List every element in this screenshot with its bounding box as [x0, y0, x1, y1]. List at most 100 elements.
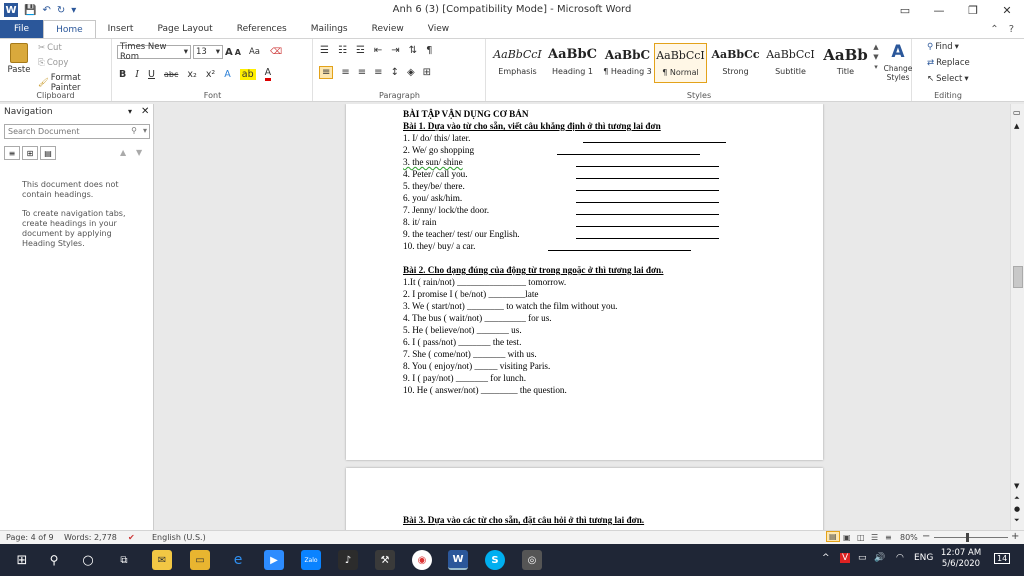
previous-result-icon[interactable]: ▲ [120, 148, 126, 157]
style-heading-3[interactable]: AaBbC ¶ Heading 3 [601, 43, 654, 83]
clock[interactable]: 12:07 AM 5/6/2020 [940, 548, 982, 570]
zoom-out-button[interactable]: − [922, 531, 930, 542]
print-layout-icon[interactable]: ▤ [826, 531, 840, 542]
restore-button[interactable]: ❐ [956, 0, 990, 20]
select-button[interactable]: ↖ Select ▾ [927, 74, 969, 84]
notifications-icon[interactable]: 14 [994, 553, 1011, 564]
word-taskbar-icon[interactable]: W [448, 550, 468, 570]
tab-view[interactable]: View [416, 20, 461, 38]
show-formatting-button[interactable]: ¶ [426, 45, 432, 56]
word-count[interactable]: Words: 2,778 [64, 533, 117, 542]
customize-qat-icon[interactable]: ▾ [71, 5, 76, 16]
chrome-icon[interactable]: ◉ [412, 550, 432, 570]
tab-mailings[interactable]: Mailings [299, 20, 360, 38]
tools-icon[interactable]: ⚒ [375, 550, 395, 570]
next-page-icon[interactable]: ⏷ [1014, 516, 1020, 525]
pane-options-icon[interactable]: ▾ [128, 107, 132, 116]
outline-icon[interactable]: ☰ [871, 533, 878, 542]
results-tab-icon[interactable]: ▤ [40, 146, 56, 160]
replace-button[interactable]: ⇄ Replace [927, 58, 970, 68]
format-painter-button[interactable]: 🖌 Format Painter [38, 73, 111, 93]
shrink-font-button[interactable]: A [235, 48, 241, 57]
tab-home[interactable]: Home [43, 20, 96, 38]
align-left-icon[interactable]: ≡ [319, 66, 334, 79]
document-area[interactable]: BÀI TẬP VẬN DỤNG CƠ BẢN Bài 1. Dựa vào t… [155, 104, 1010, 530]
tab-review[interactable]: Review [360, 20, 416, 38]
underline-button[interactable]: U [148, 69, 155, 80]
language-indicator[interactable]: English (U.S.) [152, 533, 206, 542]
pages-tab-icon[interactable]: ⊞ [22, 146, 38, 160]
camera-icon[interactable]: ◎ [522, 550, 542, 570]
justify-icon[interactable]: ≡ [374, 67, 382, 78]
bullets-icon[interactable]: ☰ [320, 45, 329, 56]
cortana-icon[interactable]: ○ [78, 550, 98, 570]
document-page-next[interactable]: Bài 3. Dựa vào các từ cho sẵn, đặt câu h… [346, 468, 823, 530]
next-result-icon[interactable]: ▼ [136, 148, 142, 157]
volume-icon[interactable]: 🔊 [874, 553, 885, 563]
task-view-icon[interactable]: ⧉ [114, 550, 134, 570]
ruler-icon[interactable]: ▭ [1013, 108, 1021, 117]
copy-button[interactable]: ⎘ Copy [38, 58, 68, 68]
multilevel-list-icon[interactable]: ☲ [356, 45, 365, 56]
zalo-icon[interactable]: Zalo [301, 550, 321, 570]
wifi-icon[interactable]: ◠ [896, 553, 904, 563]
cut-button[interactable]: ✂ Cut [38, 43, 62, 53]
scroll-up-icon[interactable]: ▲ [1014, 122, 1019, 130]
change-case-button[interactable]: Aa [249, 47, 260, 57]
styles-scroll[interactable]: ▲ ▼ ▾ [872, 43, 880, 71]
tab-page-layout[interactable]: Page Layout [145, 20, 224, 38]
style-heading-1[interactable]: AaBbC Heading 1 [546, 43, 599, 83]
search-icon[interactable]: ⚲ [44, 550, 64, 570]
sort-icon[interactable]: ⇅ [409, 45, 417, 56]
tab-file[interactable]: File [0, 20, 44, 38]
style-strong[interactable]: AaBbCc Strong [709, 43, 762, 83]
increase-indent-icon[interactable]: ⇥ [391, 45, 399, 56]
full-screen-icon[interactable]: ▣ [843, 533, 851, 542]
shading-icon[interactable]: ◈ [407, 67, 415, 78]
clear-formatting-icon[interactable]: ⌫ [270, 47, 282, 57]
search-document-input[interactable]: Search Document ⚲ ▾ [4, 124, 150, 139]
font-name-box[interactable]: Times New Rom ▾ [117, 42, 191, 62]
skype-icon[interactable]: S [485, 550, 505, 570]
text-effects-icon[interactable]: A [224, 69, 231, 80]
chevron-down-icon[interactable]: ▾ [143, 126, 147, 135]
superscript-button[interactable]: x² [206, 69, 215, 80]
zoom-level[interactable]: 80% [900, 533, 918, 542]
grow-font-button[interactable]: A [225, 47, 233, 58]
redo-icon[interactable]: ↻ [57, 5, 65, 16]
line-spacing-icon[interactable]: ↕ [391, 67, 399, 78]
ribbon-options-icon[interactable]: ▭ [888, 0, 922, 20]
zoom-slider[interactable] [934, 537, 1008, 538]
scroll-thumb[interactable] [1013, 266, 1023, 288]
browse-object-icon[interactable]: ● [1014, 505, 1020, 513]
windows-start-icon[interactable]: ⊞ [12, 550, 32, 570]
page-count[interactable]: Page: 4 of 9 [6, 533, 54, 542]
font-size-box[interactable]: 13 ▾ [193, 45, 223, 59]
decrease-indent-icon[interactable]: ⇤ [374, 45, 382, 56]
subscript-button[interactable]: x₂ [187, 69, 196, 80]
scroll-down-icon[interactable]: ▼ [1014, 482, 1019, 490]
find-button[interactable]: ⚲ Find ▾ [927, 42, 959, 52]
font-color-icon[interactable]: A [264, 67, 272, 81]
vertical-scrollbar[interactable]: ▭ ▲ ▼ ⏶ ● ⏷ [1010, 104, 1024, 530]
tab-references[interactable]: References [225, 20, 299, 38]
undo-icon[interactable]: ↶ [42, 5, 50, 16]
close-pane-icon[interactable]: ✕ [141, 106, 149, 117]
mail-icon[interactable]: ✉ [152, 550, 172, 570]
minimize-button[interactable]: — [922, 0, 956, 20]
search-icon[interactable]: ⚲ [131, 126, 137, 135]
draft-icon[interactable]: ≡ [885, 533, 892, 542]
web-layout-icon[interactable]: ◫ [857, 533, 865, 542]
numbering-icon[interactable]: ☷ [338, 45, 347, 56]
borders-icon[interactable]: ⊞ [423, 67, 431, 78]
style-normal[interactable]: AaBbCcI ¶ Normal [654, 43, 707, 83]
close-button[interactable]: ✕ [990, 0, 1024, 20]
show-hidden-icons-icon[interactable]: ^ [822, 553, 830, 563]
style-subtitle[interactable]: AaBbCcI Subtitle [764, 43, 817, 83]
tab-insert[interactable]: Insert [96, 20, 146, 38]
change-styles-button[interactable]: A Change Styles [882, 42, 914, 82]
help-icon[interactable]: ? [1009, 24, 1014, 35]
align-right-icon[interactable]: ≡ [358, 67, 366, 78]
strikethrough-button[interactable]: abc [164, 70, 178, 79]
input-language[interactable]: ENG [914, 553, 933, 563]
